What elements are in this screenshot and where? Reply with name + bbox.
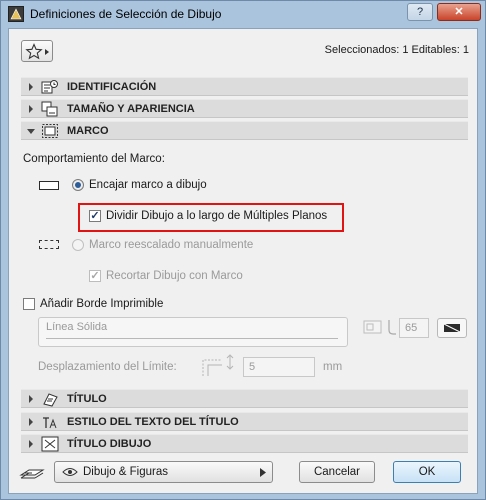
line-pen-icon — [363, 320, 382, 334]
expand-arrow-icon — [29, 83, 33, 91]
crop-drawing-label: Recortar Dibujo con Marco — [106, 270, 243, 282]
line-type-combo[interactable]: Línea Sólida — [38, 317, 348, 347]
text-style-icon — [43, 417, 57, 429]
section-titulo[interactable]: TÍTULO — [21, 389, 468, 408]
pen-weight-icon — [388, 320, 396, 335]
pen-swatch-icon — [443, 323, 461, 333]
section-label: TÍTULO — [67, 393, 107, 405]
section-tamano-apariencia[interactable]: TAMAÑO Y APARIENCIA — [21, 99, 468, 118]
section-identificacion[interactable]: IDENTIFICACIÓN — [21, 77, 468, 96]
size-icon — [41, 101, 58, 117]
printable-border-label: Añadir Borde Imprimible — [40, 298, 164, 310]
printable-border-checkbox[interactable] — [23, 298, 35, 310]
pen-color-button[interactable] — [437, 318, 467, 338]
app-icon — [8, 6, 24, 22]
manual-frame-label: Marco reescalado manualmente — [89, 239, 254, 251]
close-button[interactable]: ✕ — [437, 3, 481, 21]
layers-icon — [19, 469, 45, 479]
dialog-window: Definiciones de Selección de Dibujo ? ✕ … — [0, 0, 486, 500]
offset-unit: mm — [323, 361, 343, 373]
expand-arrow-icon — [29, 395, 33, 403]
help-button[interactable]: ? — [407, 3, 433, 21]
expand-arrow-icon — [29, 418, 33, 426]
section-label: MARCO — [67, 125, 109, 137]
line-type-value: Línea Sólida — [46, 321, 108, 333]
offset-field[interactable]: 5 — [243, 357, 315, 377]
section-label: TÍTULO DIBUJO — [67, 438, 152, 450]
layer-combo-value: Dibujo & Figuras — [83, 466, 169, 478]
split-drawing-checkbox[interactable]: ✓ — [89, 210, 101, 222]
title-bar[interactable]: Definiciones de Selección de Dibujo ? ✕ — [1, 1, 485, 27]
crop-drawing-checkbox[interactable]: ✓ — [89, 270, 101, 282]
window-title: Definiciones de Selección de Dibujo — [30, 7, 222, 21]
manual-frame-radio[interactable] — [72, 239, 84, 251]
offset-label: Desplazamiento del Límite: — [38, 361, 177, 373]
section-estilo-texto[interactable]: ESTILO DEL TEXTO DEL TÍTULO — [21, 412, 468, 431]
fit-frame-label: Encajar marco a dibujo — [89, 179, 207, 191]
split-drawing-label: Dividir Dibujo a lo largo de Múltiples P… — [106, 210, 328, 222]
line-preview — [46, 338, 338, 339]
drawing-title-icon — [41, 436, 59, 452]
id-icon — [41, 80, 58, 94]
eye-icon — [62, 468, 78, 476]
section-label: IDENTIFICACIÓN — [67, 81, 157, 93]
dialog-client: Seleccionados: 1 Editables: 1 IDENTIFICA… — [8, 28, 478, 494]
cancel-button[interactable]: Cancelar — [299, 461, 375, 483]
pen-number-field[interactable]: 65 — [399, 318, 429, 338]
section-marco[interactable]: MARCO — [21, 121, 468, 140]
favorites-button[interactable] — [21, 40, 53, 62]
manual-frame-icon — [39, 240, 59, 249]
layer-combo[interactable]: Dibujo & Figuras — [54, 461, 273, 483]
selection-info: Seleccionados: 1 Editables: 1 — [324, 44, 469, 56]
chevron-right-icon — [260, 468, 266, 477]
offset-icon — [202, 354, 234, 376]
star-icon — [25, 43, 49, 60]
section-titulo-dibujo[interactable]: TÍTULO DIBUJO — [21, 434, 468, 453]
fit-frame-icon — [39, 181, 59, 190]
ok-button[interactable]: OK — [393, 461, 461, 483]
expand-arrow-icon — [29, 105, 33, 113]
section-label: ESTILO DEL TEXTO DEL TÍTULO — [67, 416, 239, 428]
section-label: TAMAÑO Y APARIENCIA — [67, 103, 195, 115]
frame-behavior-label: Comportamiento del Marco: — [23, 153, 165, 165]
title-icon — [43, 393, 58, 407]
collapse-arrow-icon — [27, 129, 35, 134]
fit-frame-radio[interactable] — [72, 179, 84, 191]
expand-arrow-icon — [29, 440, 33, 448]
frame-icon — [42, 124, 58, 138]
